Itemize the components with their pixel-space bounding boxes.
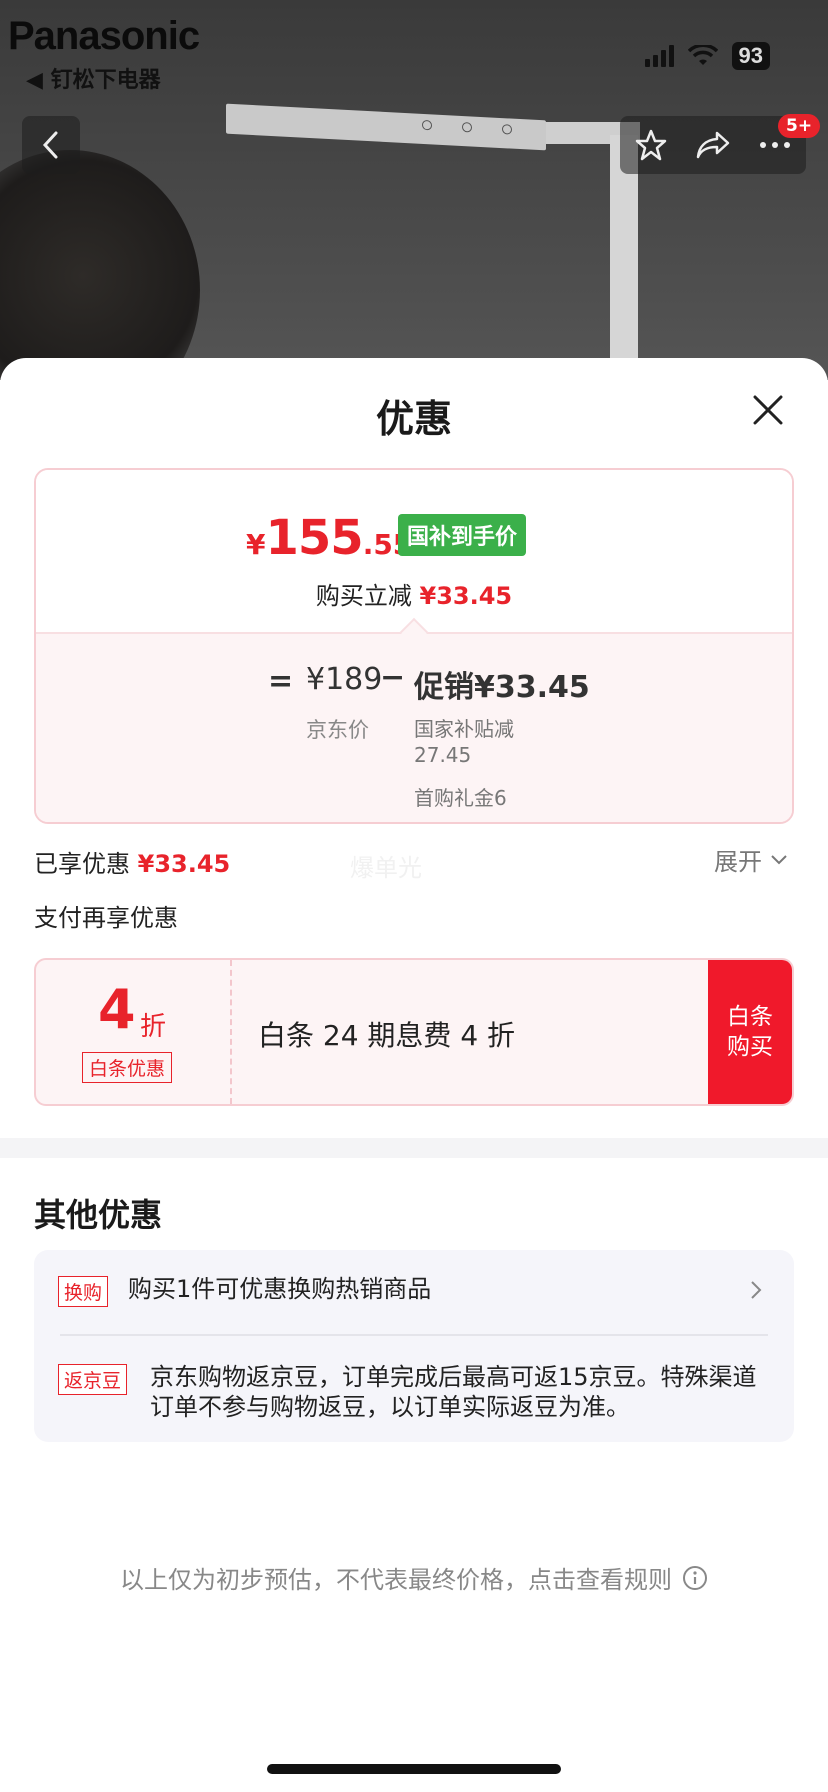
footnote-text: 以上仅为初步预估，不代表最终价格，点击查看规则 <box>120 1566 672 1594</box>
price-summary: ¥ 155 .55 国补到手价 购买立减 ¥33.45 <box>36 470 792 632</box>
back-icon <box>42 131 58 159</box>
buy-button-label: 白条购买 <box>727 1004 773 1060</box>
jd-price: ¥189 <box>306 662 383 697</box>
baitiao-description: 白条 24 期息费 4 折 <box>258 1019 516 1052</box>
reduce-line: 购买立减 ¥33.45 <box>36 576 792 611</box>
back-button[interactable] <box>22 116 80 174</box>
discount-unit: 折 <box>140 1012 167 1042</box>
pay-discount-title: 支付再享优惠 <box>34 904 178 932</box>
baitiao-buy-button[interactable]: 白条购买 <box>708 960 792 1104</box>
minus-sign: − <box>380 660 406 695</box>
product-image-background: Panasonic ◀ 钉松下电器 93 5+ <box>0 0 828 380</box>
other-discounts-card: 换购 购买1件可优惠换购热销商品 返京豆 京东购物返京豆，订单完成后最高可返15… <box>34 1250 794 1442</box>
enjoyed-value: ¥33.45 <box>137 850 231 878</box>
subsidy-price-tag: 国补到手价 <box>398 514 527 556</box>
price-calculation: = ¥189 − 促销¥33.45 京东价 国家补贴减27.45 首购礼金6 <box>36 632 792 822</box>
price-integer: 155 <box>265 510 363 566</box>
trade-in-text: 购买1件可优惠换购热销商品 <box>128 1275 432 1303</box>
reduce-label: 购买立减 <box>315 582 412 610</box>
discount-number: 4 <box>98 978 136 1041</box>
person-silhouette <box>0 150 200 380</box>
wifi-icon <box>687 45 718 65</box>
chevron-right-icon <box>751 1281 762 1299</box>
back-app-label: ◀ 钉 <box>26 68 73 93</box>
lamp-button-dot <box>462 121 472 133</box>
baitiao-offer[interactable]: 4 折 白条优惠 白条 24 期息费 4 折 白条购买 <box>34 958 794 1106</box>
status-logo-overlay: Panasonic <box>8 14 200 58</box>
baitiao-label: 白条优惠 <box>82 1052 173 1083</box>
info-icon <box>683 1565 707 1590</box>
baitiao-discount-badge: 4 折 白条优惠 <box>36 960 232 1104</box>
home-indicator[interactable] <box>267 1764 561 1774</box>
status-back-app[interactable]: ◀ 钉松下电器 <box>26 62 161 94</box>
status-indicators: 93 <box>644 42 770 70</box>
reduce-value: ¥33.45 <box>419 582 513 610</box>
expand-button[interactable]: 展开 <box>714 842 788 877</box>
section-divider <box>0 1138 828 1158</box>
national-subsidy-detail: 国家补贴减27.45 <box>414 717 514 767</box>
price-breakdown-card: ¥ 155 .55 国补到手价 购买立减 ¥33.45 = ¥189 − 促销¥… <box>34 468 794 824</box>
promo-discount: 促销¥33.45 <box>414 670 590 705</box>
lamp-button-dot <box>502 124 512 135</box>
first-purchase-gift-detail: 首购礼金6 <box>414 786 507 810</box>
chevron-down-icon <box>771 854 787 864</box>
share-icon[interactable] <box>695 130 731 160</box>
jd-price-label: 京东价 <box>306 718 369 742</box>
currency-symbol: ¥ <box>246 528 266 561</box>
jingdou-text: 京东购物返京豆，订单完成后最高可返15京豆。特殊渠道订单不参与购物返豆，以订单实… <box>150 1363 757 1421</box>
rules-footnote[interactable]: 以上仅为初步预估，不代表最终价格，点击查看规则 <box>0 1560 828 1595</box>
signal-icon <box>644 45 674 67</box>
lamp-bar <box>226 103 546 151</box>
notification-badge: 5+ <box>778 114 821 138</box>
close-icon <box>753 395 783 425</box>
other-discounts-title: 其他优惠 <box>34 1196 163 1234</box>
row-divider <box>60 1334 768 1336</box>
equals-sign: = <box>268 664 294 699</box>
trade-in-tag: 换购 <box>58 1276 109 1307</box>
discount-sheet: 优惠 ¥ 155 .55 国补到手价 购买立减 ¥33.45 = ¥189 − … <box>0 358 828 1792</box>
more-icon[interactable] <box>758 140 792 150</box>
sheet-title: 优惠 <box>375 397 452 441</box>
enjoyed-label: 已享优惠 <box>34 850 130 878</box>
watermark-text: 爆单光 <box>350 854 422 882</box>
enjoyed-discount: 已享优惠 ¥33.45 <box>34 844 230 879</box>
close-button[interactable] <box>750 392 786 428</box>
final-price: ¥ 155 .55 <box>246 510 412 566</box>
jingdou-tag: 返京豆 <box>58 1364 128 1395</box>
star-icon[interactable] <box>634 128 668 162</box>
lamp-button-dot <box>422 119 432 131</box>
status-overlay-text: 松下电器 <box>72 68 161 93</box>
expand-label: 展开 <box>714 848 762 876</box>
battery-indicator: 93 <box>731 42 770 70</box>
